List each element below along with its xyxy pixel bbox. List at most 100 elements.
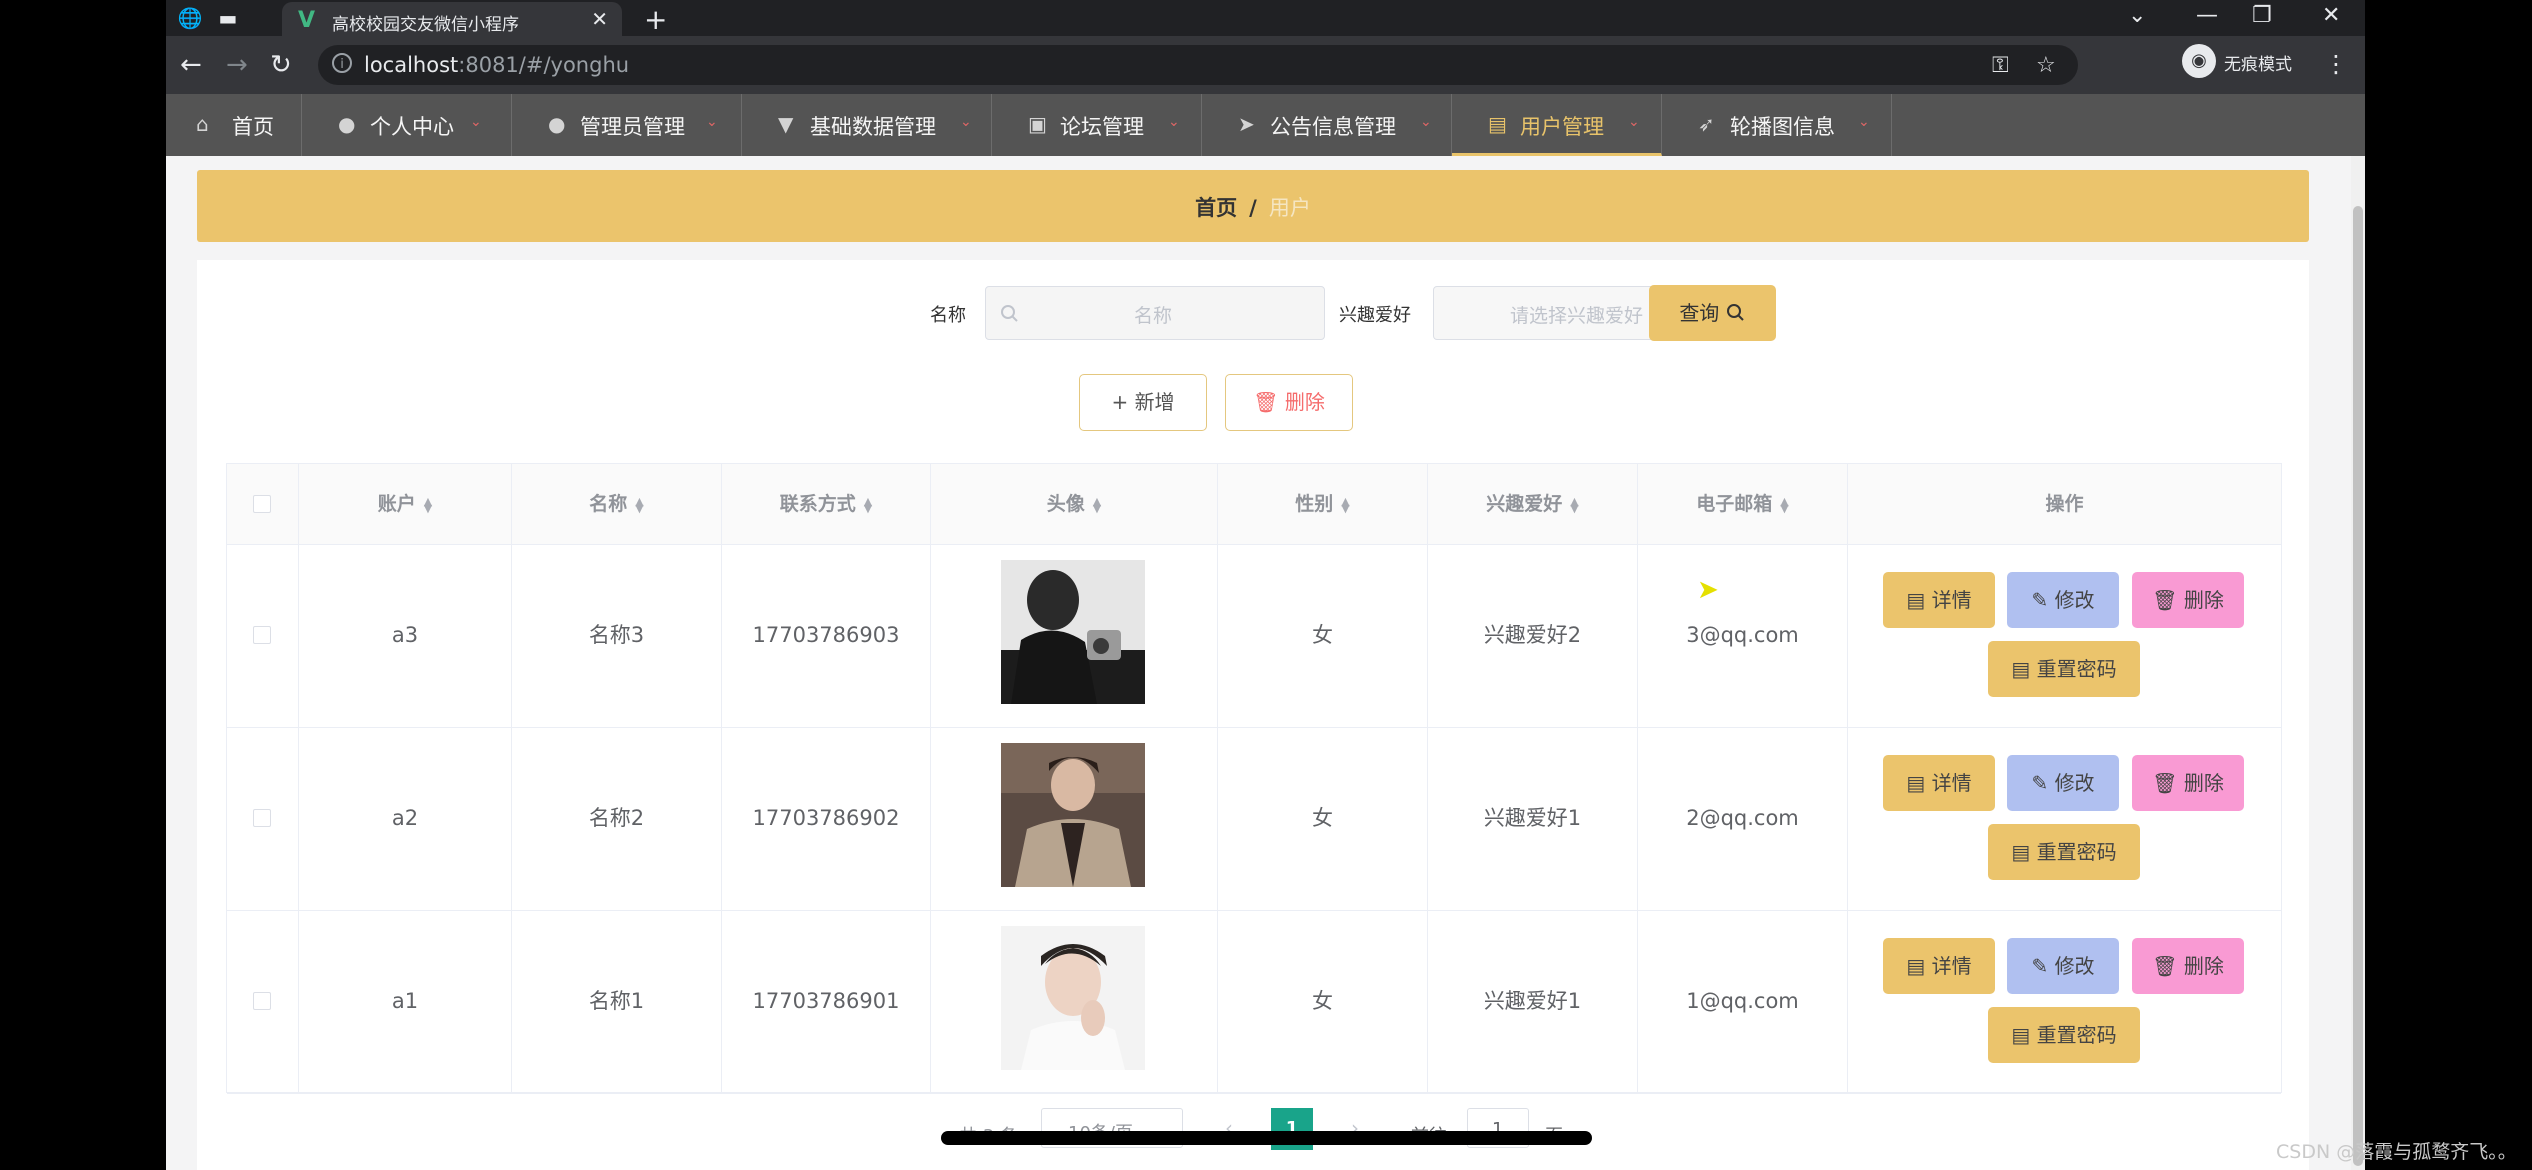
edit-button[interactable]: ✎ 修改 (2007, 572, 2119, 628)
col-email[interactable]: 电子邮箱 ▲ ▼ (1638, 464, 1848, 544)
detail-button[interactable]: ▤ 详情 (1883, 755, 1995, 811)
content-panel: 名称 名称 兴趣爱好 请选择兴趣爱好 ⌄ 查询 + 新增 🗑 删除 账户▲▼ 名… (197, 260, 2309, 1170)
top-nav: ⌂ 首页 ● 个人中心 ⌄ ● 管理员管理 ⌄ ▼ 基础数据管理 ⌄ ▣ 论坛管… (166, 94, 2365, 156)
row-checkbox[interactable] (253, 626, 271, 644)
avatar[interactable] (1001, 926, 1145, 1070)
edit-button[interactable]: ✎ 修改 (2007, 755, 2119, 811)
key-icon[interactable]: ⚿ (1992, 53, 2009, 78)
name-label: 名称 (930, 305, 966, 326)
nav-item-forum[interactable]: ▣ 论坛管理 ⌄ (992, 94, 1202, 156)
back-icon[interactable]: ← (180, 50, 202, 80)
cell-name: 名称2 (512, 727, 722, 910)
avatar[interactable] (1001, 743, 1145, 887)
sort-icon[interactable]: ▲ ▼ (1093, 496, 1101, 514)
document-icon: ▤ (2011, 840, 2031, 864)
breadcrumb-current: 用户 (1268, 196, 1311, 220)
table-row: a2 名称2 17703786902 女 兴趣爱好1 2@qq.com ▤ 详情… (227, 727, 2281, 911)
search-button[interactable]: 查询 (1649, 285, 1776, 341)
sort-icon[interactable]: ▲ ▼ (864, 496, 872, 514)
sort-icon[interactable]: ▲ ▼ (424, 496, 432, 514)
breadcrumb-home[interactable]: 首页 (1195, 196, 1237, 220)
close-window-icon[interactable]: ✕ (2322, 3, 2340, 28)
nav-label: 公告信息管理 (1270, 115, 1396, 139)
search-icon (1001, 305, 1018, 322)
sort-icon[interactable]: ▲ ▼ (1570, 496, 1578, 514)
tab-close-icon[interactable]: ✕ (591, 7, 608, 31)
col-avatar[interactable]: 头像 ▲ ▼ (931, 464, 1218, 544)
document-icon: ▤ (1906, 954, 1926, 978)
delete-button[interactable]: 🗑 删除 (2132, 938, 2244, 994)
nav-item-carousel[interactable]: ➶ 轮播图信息 ⌄ (1662, 94, 1892, 156)
detail-button[interactable]: ▤ 详情 (1883, 572, 1995, 628)
nav-item-profile[interactable]: ● 个人中心 ⌄ (302, 94, 512, 156)
col-hobby[interactable]: 兴趣爱好 ▲ ▼ (1428, 464, 1638, 544)
reset-password-button[interactable]: ▤ 重置密码 (1988, 1007, 2140, 1063)
reset-password-button[interactable]: ▤ 重置密码 (1988, 824, 2140, 880)
reload-icon[interactable]: ↻ (270, 50, 292, 80)
batch-delete-label: 删除 (1284, 390, 1325, 414)
select-all-checkbox[interactable] (253, 495, 271, 513)
minimize-icon[interactable]: — (2196, 3, 2218, 28)
globe-icon[interactable]: 🌐 (176, 6, 204, 30)
name-search-input[interactable]: 名称 (985, 286, 1325, 340)
table-header: 账户 ▲ ▼ 名称 ▲ ▼ 联系方式 ▲ ▼ 头像 ▲ ▼ 性别 ▲ ▼ 兴趣爱好 ▲ ▼ 电子邮箱 ▲ ▼… (227, 464, 2281, 545)
sort-icon[interactable]: ▲ ▼ (1780, 496, 1788, 514)
site-info-icon[interactable]: i (332, 53, 352, 73)
detail-button[interactable]: ▤ 详情 (1883, 938, 1995, 994)
chevron-down-icon: ⌄ (1628, 114, 1640, 130)
url-path: :8081/#/yonghu (458, 53, 630, 77)
cell-name: 名称3 (512, 544, 722, 727)
nav-item-notice[interactable]: ➤ 公告信息管理 ⌄ (1202, 94, 1452, 156)
home-icon: ⌂ (196, 112, 209, 136)
add-button-label: 新增 (1134, 390, 1175, 414)
cell-hobby: 兴趣爱好2 (1428, 544, 1638, 727)
nav-label: 论坛管理 (1060, 115, 1144, 139)
scrollbar[interactable] (2351, 156, 2365, 1170)
users-table: 账户 ▲ ▼ 名称 ▲ ▼ 联系方式 ▲ ▼ 头像 ▲ ▼ 性别 ▲ ▼ 兴趣爱好 ▲ ▼ 电子邮箱 ▲ ▼… (226, 463, 2282, 1094)
menu-dots-icon[interactable]: ⋮ (2324, 50, 2348, 78)
document-icon: ▤ (1906, 771, 1926, 795)
delete-button[interactable]: 🗑 删除 (2132, 755, 2244, 811)
add-button[interactable]: + 新增 (1079, 374, 1207, 431)
col-actions: 操作 (2045, 493, 2084, 515)
row-checkbox[interactable] (253, 809, 271, 827)
cell-actions: ▤ 详情 ✎ 修改 🗑 删除 ▤ 重置密码 (1848, 727, 2281, 910)
main-page: 首页/用户 名称 名称 兴趣爱好 请选择兴趣爱好 ⌄ 查询 + 新增 🗑 删除 (166, 156, 2365, 1170)
scrollbar-thumb[interactable] (2353, 206, 2363, 1166)
window-icon[interactable]: ▬ (214, 6, 242, 30)
sort-icon[interactable]: ▲ ▼ (1341, 496, 1349, 514)
sort-icon[interactable]: ▲ ▼ (635, 496, 643, 514)
watermark: CSDN @落霞与孤鹜齐飞。。 (2276, 1141, 2517, 1163)
col-account[interactable]: 账户 ▲ ▼ (299, 464, 512, 544)
nav-item-home[interactable]: ⌂ 首页 (166, 94, 302, 156)
url-host: localhost (364, 53, 459, 77)
col-gender[interactable]: 性别 ▲ ▼ (1218, 464, 1428, 544)
avatar[interactable] (1001, 560, 1145, 704)
search-icon (1726, 304, 1744, 321)
col-phone[interactable]: 联系方式 ▲ ▼ (722, 464, 931, 544)
edit-button[interactable]: ✎ 修改 (2007, 938, 2119, 994)
bookmark-star-icon[interactable]: ☆ (2036, 53, 2056, 78)
briefcase-icon: ▣ (1028, 112, 1047, 136)
tab-search-chevron-icon[interactable]: ⌄ (2128, 3, 2146, 28)
delete-button[interactable]: 🗑 删除 (2132, 572, 2244, 628)
restore-icon[interactable]: ❐ (2252, 3, 2272, 28)
batch-delete-button[interactable]: 🗑 删除 (1225, 374, 1353, 431)
reset-password-button[interactable]: ▤ 重置密码 (1988, 641, 2140, 697)
pencil-icon: ✎ (2031, 588, 2049, 612)
col-name[interactable]: 名称 ▲ ▼ (512, 464, 722, 544)
browser-window: 🌐 ▬ V 高校校园交友微信小程序 ✕ + ⌄ — ❐ ✕ ← → ↻ i lo… (166, 0, 2365, 1170)
browser-tab[interactable]: V 高校校园交友微信小程序 ✕ (282, 2, 622, 36)
home-indicator[interactable] (941, 1131, 1592, 1145)
cell-gender: 女 (1218, 727, 1428, 910)
new-tab-icon[interactable]: + (644, 3, 667, 36)
url-field[interactable]: i localhost:8081/#/yonghu ⚿ ☆ (318, 45, 2078, 85)
nav-item-admin[interactable]: ● 管理员管理 ⌄ (512, 94, 742, 156)
hobby-label: 兴趣爱好 (1339, 305, 1411, 326)
nav-item-basic-data[interactable]: ▼ 基础数据管理 ⌄ (742, 94, 992, 156)
forward-icon[interactable]: → (226, 50, 248, 80)
trash-icon: 🗑 (1253, 390, 1279, 414)
nav-item-users[interactable]: ▤ 用户管理 ⌄ (1452, 94, 1662, 156)
row-checkbox[interactable] (253, 992, 271, 1010)
breadcrumb: 首页 / 用户 (197, 170, 2309, 242)
